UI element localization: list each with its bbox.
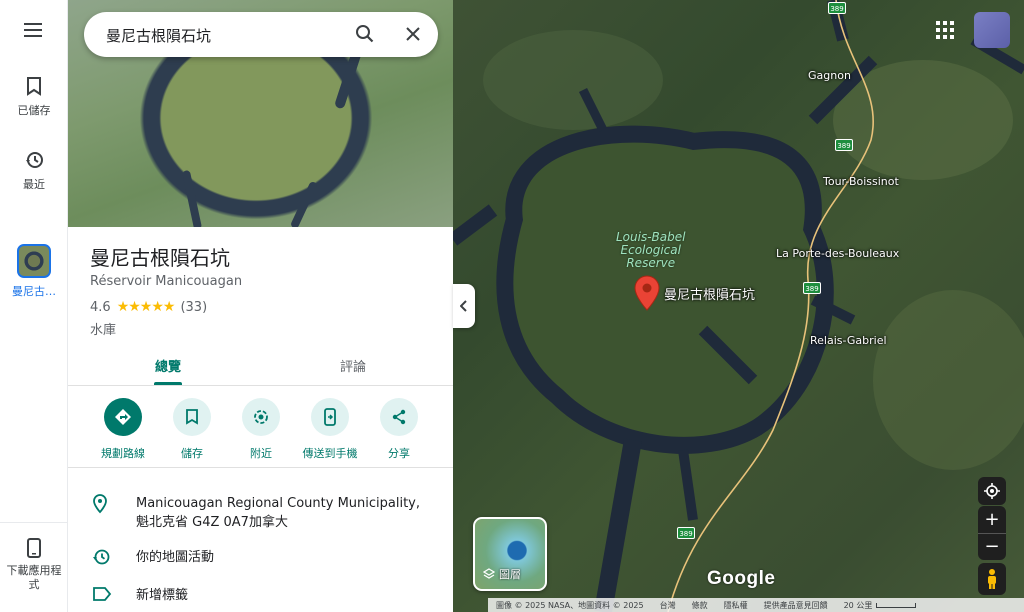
place-thumbnail xyxy=(17,244,51,278)
rating-value: 4.6 xyxy=(90,299,111,315)
share-icon xyxy=(392,409,406,425)
town-label-la-porte-des-bouleaux[interactable]: La Porte-des-Bouleaux xyxy=(776,247,899,260)
send-to-phone-label: 傳送到手機 xyxy=(302,447,358,460)
layers-label: 圖層 xyxy=(499,568,521,581)
bookmark-icon xyxy=(186,409,198,425)
nearby-label: 附近 xyxy=(250,447,272,460)
map-footer: 圖像 © 2025 NASA、地圖資料 © 2025 台灣 條款 隱私權 提供產… xyxy=(488,598,1024,612)
rail-divider xyxy=(0,522,68,523)
place-title: 曼尼古根隕石坑 xyxy=(90,246,230,270)
chevron-left-icon xyxy=(460,300,467,312)
close-icon[interactable] xyxy=(402,23,424,45)
pin-label[interactable]: 曼尼古根隕石坑 xyxy=(664,284,755,303)
download-app-label: 下載應用程式 xyxy=(6,564,62,591)
label-icon xyxy=(93,587,112,601)
search-box[interactable]: 曼尼古根隕石坑 xyxy=(84,12,438,57)
tab-reviews[interactable]: 評論 xyxy=(293,356,413,375)
terms-link[interactable]: 條款 xyxy=(692,600,708,611)
region-link[interactable]: 台灣 xyxy=(660,600,676,611)
map-activity-text: 你的地圖活動 xyxy=(136,550,215,565)
search-icon[interactable] xyxy=(354,23,376,45)
save-button[interactable]: 儲存 xyxy=(157,398,227,461)
download-app-button[interactable]: 下載應用程式 xyxy=(0,538,68,592)
menu-icon xyxy=(24,23,42,37)
search-input[interactable]: 曼尼古根隕石坑 xyxy=(106,25,211,46)
directions-icon xyxy=(115,409,131,425)
recent-label: 最近 xyxy=(23,178,45,191)
town-label-tour-boissinot[interactable]: Tour-Boissinot xyxy=(823,175,899,188)
layers-icon xyxy=(483,568,495,579)
apps-grid-icon[interactable] xyxy=(933,18,957,42)
share-button[interactable]: 分享 xyxy=(364,398,434,461)
directions-label: 規劃路線 xyxy=(101,447,145,460)
review-count[interactable]: (33) xyxy=(180,300,207,315)
route-shield-icon: 389 xyxy=(677,527,695,539)
add-label-text: 新增標籤 xyxy=(136,588,189,603)
route-shield-icon: 389 xyxy=(803,282,821,294)
bookmark-icon xyxy=(27,77,41,96)
place-tabs: 總覽 評論 xyxy=(68,344,453,386)
scale-control[interactable]: 20 公里 xyxy=(844,600,917,611)
route-shield-icon: 389 xyxy=(835,139,853,151)
location-pin-icon xyxy=(93,494,107,514)
place-category[interactable]: 水庫 xyxy=(90,319,116,338)
action-buttons: 規劃路線 儲存 附近 傳送到手機 分享 xyxy=(68,398,453,468)
layers-label-group: 圖層 xyxy=(483,566,521,582)
zoom-out-button[interactable]: − xyxy=(978,533,1006,560)
town-label-gagnon[interactable]: Gagnon xyxy=(808,69,851,82)
address-text: Manicouagan Regional County Municipality… xyxy=(136,496,421,530)
phone-icon xyxy=(27,538,41,558)
feedback-link[interactable]: 提供產品意見回饋 xyxy=(764,600,828,611)
imagery-attribution: 圖像 © 2025 NASA、地圖資料 © 2025 xyxy=(496,600,644,610)
tab-overview[interactable]: 總覽 xyxy=(108,356,228,375)
layers-button[interactable]: 圖層 xyxy=(473,517,547,591)
send-to-phone-icon xyxy=(324,408,336,426)
google-logo: Google xyxy=(707,568,776,589)
nearby-button[interactable]: 附近 xyxy=(226,398,296,461)
crosshair-icon xyxy=(984,483,1000,499)
history-icon xyxy=(93,549,110,565)
recent-button[interactable]: 最近 xyxy=(0,150,68,192)
recent-place-button[interactable]: 曼尼古… xyxy=(0,244,68,299)
history-icon xyxy=(26,152,43,168)
pegman-street-view-button[interactable] xyxy=(978,563,1006,595)
location-pin-marker-icon[interactable] xyxy=(634,275,660,311)
left-rail: 已儲存 最近 曼尼古… 下載應用程式 xyxy=(0,0,68,612)
send-to-phone-button[interactable]: 傳送到手機 xyxy=(295,398,365,461)
active-tab-indicator xyxy=(154,382,182,385)
place-subtitle: Réservoir Manicouagan xyxy=(90,274,243,289)
save-label: 儲存 xyxy=(181,447,203,460)
reserve-label-line-3: Reserve xyxy=(626,256,676,270)
route-shield-icon: 389 xyxy=(828,2,846,14)
place-panel: 曼尼古根隕石坑 Réservoir Manicouagan 4.6 ★★★★★ … xyxy=(68,0,453,612)
town-label-relais-gabriel[interactable]: Relais-Gabriel xyxy=(810,334,887,347)
privacy-link[interactable]: 隱私權 xyxy=(724,600,748,611)
share-label: 分享 xyxy=(388,447,410,460)
collapse-panel-button[interactable] xyxy=(453,284,475,328)
directions-button[interactable]: 規劃路線 xyxy=(88,398,158,461)
menu-button[interactable] xyxy=(0,22,68,44)
rating-row[interactable]: 4.6 ★★★★★ (33) xyxy=(90,299,207,315)
rating-stars-icon: ★★★★★ xyxy=(116,299,176,315)
pegman-icon xyxy=(988,569,996,589)
zoom-controls: + − xyxy=(978,506,1006,560)
scale-bar xyxy=(876,602,917,608)
avatar[interactable] xyxy=(974,12,1010,48)
reserve-label[interactable]: Louis-Babel Ecological Reserve xyxy=(616,231,685,270)
my-location-button[interactable] xyxy=(978,477,1006,505)
recent-place-label: 曼尼古… xyxy=(12,285,56,298)
zoom-in-button[interactable]: + xyxy=(978,506,1006,533)
nearby-icon xyxy=(254,410,268,424)
saved-label: 已儲存 xyxy=(17,104,51,117)
saved-button[interactable]: 已儲存 xyxy=(0,76,68,118)
scale-label: 20 公里 xyxy=(843,600,873,610)
